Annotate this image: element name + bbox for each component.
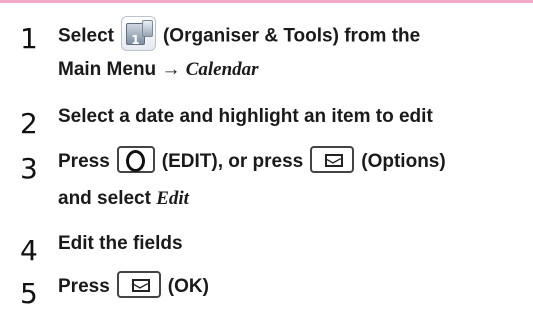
step-number: 1 (20, 22, 38, 55)
step-3-line-1: Press (EDIT), or press (Options) (58, 146, 446, 174)
step-text: (Options) (361, 151, 446, 172)
step-1-line-1: Select 1 (Organiser & Tools) from the (58, 16, 421, 51)
step-2-line-1: Select a date and highlight an item to e… (58, 106, 433, 127)
step-text: and select (58, 188, 151, 209)
step-number: 3 (20, 152, 38, 185)
organiser-tools-app-icon: 1 (120, 16, 156, 51)
menu-item-edit: Edit (156, 188, 189, 209)
step-text: Press (58, 151, 110, 172)
step-text: Main Menu (58, 59, 157, 80)
step-text: Select (58, 25, 114, 47)
step-3-line-2: and select Edit (58, 187, 189, 211)
top-accent-strip (0, 0, 533, 3)
step-text: (OK) (167, 276, 209, 297)
step-number: 4 (20, 234, 38, 267)
step-1-line-2: Main Menu → Calendar (58, 58, 259, 82)
step-text: (EDIT), or press (161, 151, 304, 172)
step-5-line-1: Press (OK) (58, 271, 209, 299)
step-text: (Organiser & Tools) from the (162, 25, 421, 47)
arrow-icon: → (161, 59, 181, 80)
step-4-line-1: Edit the fields (58, 233, 183, 254)
mail-key-icon (116, 271, 161, 299)
mail-key-icon (310, 146, 355, 174)
step-number: 5 (20, 277, 38, 310)
center-key-icon (116, 146, 155, 174)
step-number: 2 (20, 107, 38, 140)
menu-item-calendar: Calendar (185, 59, 259, 80)
step-text: Press (58, 276, 110, 297)
